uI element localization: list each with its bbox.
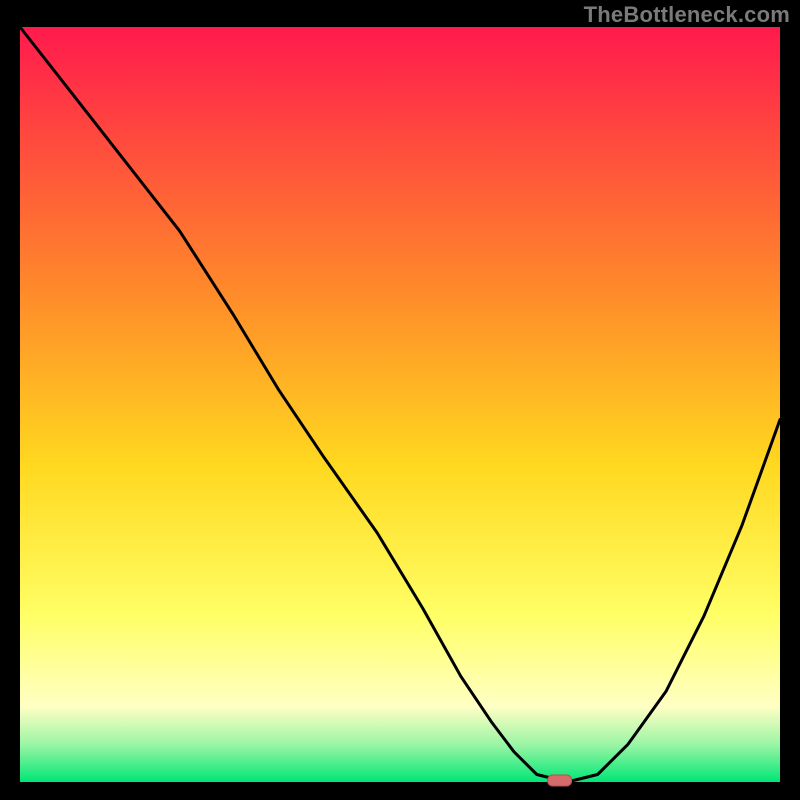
plot-background bbox=[20, 27, 780, 782]
bottleneck-chart bbox=[0, 0, 800, 800]
optimum-marker bbox=[548, 775, 572, 786]
chart-container: { "watermark": "TheBottleneck.com", "col… bbox=[0, 0, 800, 800]
watermark-text: TheBottleneck.com bbox=[584, 2, 790, 28]
